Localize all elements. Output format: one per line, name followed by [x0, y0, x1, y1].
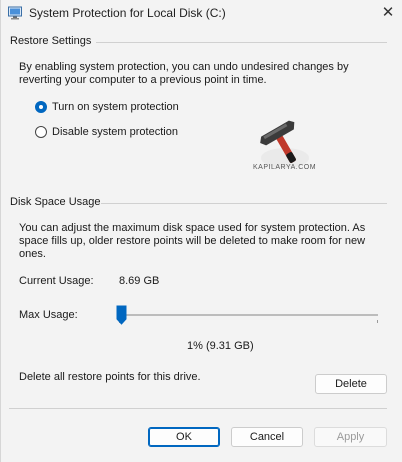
- radio-button-checked[interactable]: [35, 101, 47, 113]
- disk-space-divider: [101, 203, 387, 204]
- close-button[interactable]: ✕: [377, 2, 399, 22]
- close-icon: ✕: [381, 4, 395, 21]
- radio-disable-protection[interactable]: Disable system protection: [35, 126, 178, 138]
- radio-label-turn-on: Turn on system protection: [52, 101, 179, 113]
- radio-label-disable: Disable system protection: [52, 126, 178, 138]
- slider-ticks: [119, 320, 378, 323]
- window-title: System Protection for Local Disk (C:): [29, 6, 226, 20]
- current-usage-label: Current Usage:: [19, 275, 94, 287]
- watermark-text: KAPILARYA.COM: [253, 164, 317, 171]
- ok-button[interactable]: OK: [148, 427, 220, 447]
- slider-thumb[interactable]: [116, 305, 127, 325]
- delete-button[interactable]: Delete: [315, 374, 387, 394]
- system-properties-icon: [8, 6, 22, 20]
- disk-space-usage-label: Disk Space Usage: [10, 196, 101, 208]
- max-usage-label: Max Usage:: [19, 309, 78, 321]
- restore-settings-description: By enabling system protection, you can u…: [19, 61, 349, 86]
- apply-button[interactable]: Apply: [314, 427, 387, 447]
- disk-space-description: You can adjust the maximum disk space us…: [19, 222, 366, 260]
- cancel-button[interactable]: Cancel: [231, 427, 303, 447]
- radio-turn-on-protection[interactable]: Turn on system protection: [35, 101, 179, 113]
- restore-settings-divider: [96, 42, 387, 43]
- restore-settings-label: Restore Settings: [10, 35, 92, 47]
- delete-restore-points-text: Delete all restore points for this drive…: [19, 371, 201, 383]
- max-usage-readout: 1% (9.31 GB): [187, 340, 254, 352]
- slider-track[interactable]: [119, 314, 378, 316]
- radio-button-unchecked[interactable]: [35, 126, 47, 138]
- current-usage-value: 8.69 GB: [119, 275, 160, 287]
- title-bar: System Protection for Local Disk (C:) ✕: [1, 0, 402, 26]
- system-protection-dialog: System Protection for Local Disk (C:) ✕ …: [0, 0, 402, 462]
- footer-divider: [9, 408, 387, 409]
